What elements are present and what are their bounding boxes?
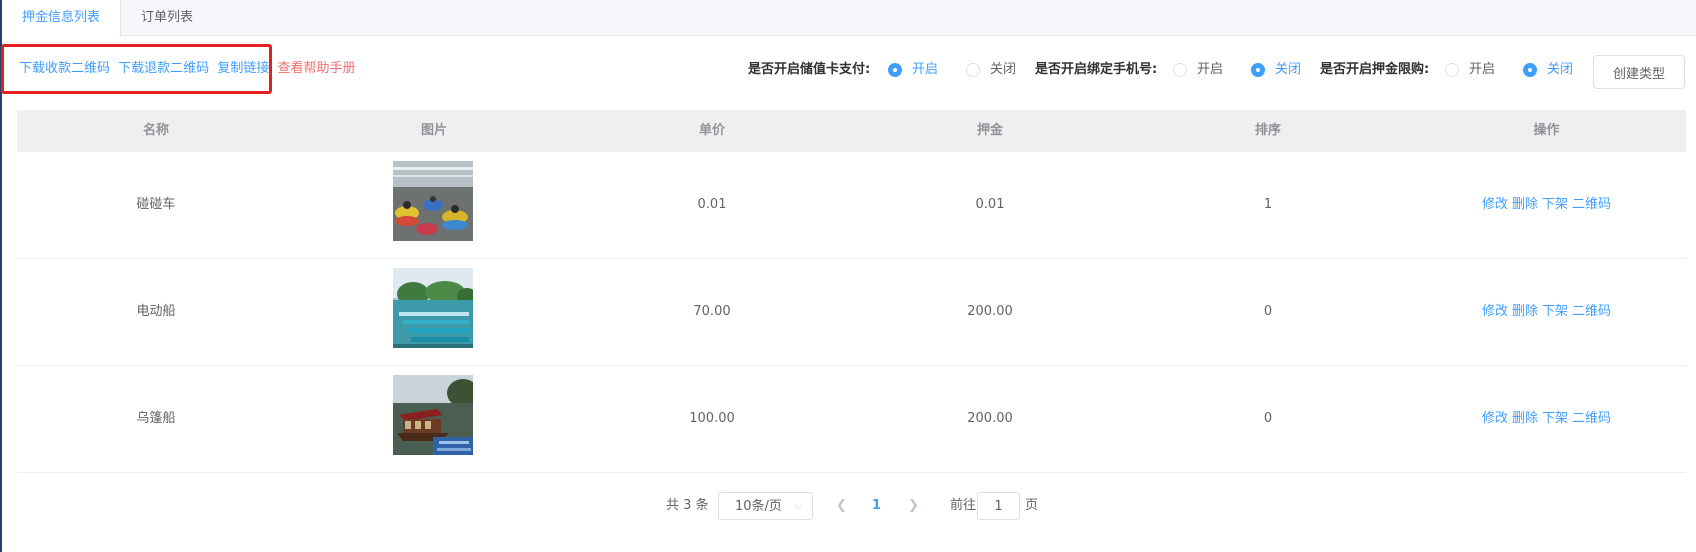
table-header: 名称 图片 单价 押金 排序 操作 xyxy=(17,110,1686,152)
radio-unchecked-icon xyxy=(1445,63,1459,77)
canopy-boat-thumbnail xyxy=(393,375,473,455)
deposit-limit-on-radio[interactable]: 开启 xyxy=(1445,60,1495,80)
radio-unchecked-icon xyxy=(1173,63,1187,77)
deposit-limit-off-radio[interactable]: 关闭 xyxy=(1523,60,1573,80)
deposit-limit-label: 是否开启押金限购: xyxy=(1320,62,1430,77)
edit-link[interactable]: 修改 xyxy=(1482,411,1508,426)
stored-value-off-radio[interactable]: 关闭 xyxy=(966,60,1016,80)
qrcode-link[interactable]: 二维码 xyxy=(1572,304,1611,319)
create-type-button[interactable]: 创建类型 xyxy=(1593,55,1685,89)
header-image: 图片 xyxy=(420,123,447,138)
settings-bar: 是否开启储值卡支付: 开启 关闭 是否开启绑定手机号: 开启 关闭 是否开启押金… xyxy=(0,60,1696,80)
cell-sort: 1 xyxy=(1263,197,1273,212)
chevron-left-icon: ❮ xyxy=(836,498,847,513)
goto-page-input[interactable] xyxy=(977,492,1020,520)
cell-name: 电动船 xyxy=(136,304,176,319)
table-row: 乌篷船 100.00 200.00 0 修改 删除 下架 二维码 xyxy=(17,366,1686,473)
pagination-total: 共 3 条 xyxy=(666,498,709,513)
tab-bar: 押金信息列表 订单列表 xyxy=(2,0,1696,37)
cell-ops: 修改 删除 下架 二维码 xyxy=(1407,366,1686,472)
next-page-button[interactable]: ❯ xyxy=(908,492,919,520)
goto-suffix: 页 xyxy=(1025,498,1039,513)
cell-name: 碰碰车 xyxy=(136,197,176,212)
goto-label: 前往 xyxy=(950,498,977,513)
cell-name: 乌篷船 xyxy=(136,411,176,426)
delete-link[interactable]: 删除 xyxy=(1512,304,1538,319)
bind-phone-label: 是否开启绑定手机号: xyxy=(1035,62,1158,77)
header-sort: 排序 xyxy=(1254,123,1281,138)
radio-label: 关闭 xyxy=(1547,62,1574,77)
page-size-select[interactable]: 10条/页 ⌵ xyxy=(718,492,813,520)
offline-link[interactable]: 下架 xyxy=(1542,411,1568,426)
offline-link[interactable]: 下架 xyxy=(1542,304,1568,319)
page-number-current[interactable]: 1 xyxy=(872,492,881,520)
table-row: 碰碰车 0.01 0.01 1 修改 删除 下架 二维码 xyxy=(17,152,1686,259)
deposit-table: 名称 图片 单价 押金 排序 操作 碰碰车 0.01 0.01 1 修改 删除 … xyxy=(17,110,1686,473)
header-price: 单价 xyxy=(698,123,725,138)
stored-value-label: 是否开启储值卡支付: xyxy=(748,62,871,77)
radio-checked-icon xyxy=(888,63,902,77)
cell-deposit: 0.01 xyxy=(975,197,1005,212)
chevron-down-icon: ⌵ xyxy=(794,501,802,512)
edit-link[interactable]: 修改 xyxy=(1482,197,1508,212)
radio-checked-icon xyxy=(1523,63,1537,77)
radio-label: 关闭 xyxy=(1275,62,1302,77)
header-ops: 操作 xyxy=(1533,123,1560,138)
edit-link[interactable]: 修改 xyxy=(1482,304,1508,319)
offline-link[interactable]: 下架 xyxy=(1542,197,1568,212)
cell-deposit: 200.00 xyxy=(967,411,1013,426)
delete-link[interactable]: 删除 xyxy=(1512,197,1538,212)
radio-unchecked-icon xyxy=(966,63,980,77)
cell-price: 0.01 xyxy=(697,197,727,212)
bumper-cars-thumbnail xyxy=(393,161,473,241)
radio-label: 关闭 xyxy=(990,62,1017,77)
tab-order-list[interactable]: 订单列表 xyxy=(121,0,221,36)
page-size-value: 10条/页 xyxy=(735,499,782,514)
header-name: 名称 xyxy=(142,123,169,138)
tab-deposit-info-list[interactable]: 押金信息列表 xyxy=(2,0,121,37)
qrcode-link[interactable]: 二维码 xyxy=(1572,197,1611,212)
delete-link[interactable]: 删除 xyxy=(1512,411,1538,426)
cell-ops: 修改 删除 下架 二维码 xyxy=(1407,259,1686,365)
cell-deposit: 200.00 xyxy=(967,304,1013,319)
bind-phone-off-radio[interactable]: 关闭 xyxy=(1251,60,1301,80)
table-row: 电动船 70.00 200.00 0 修改 删除 下架 二维码 xyxy=(17,259,1686,366)
radio-checked-icon xyxy=(1251,63,1265,77)
qrcode-link[interactable]: 二维码 xyxy=(1572,411,1611,426)
cell-sort: 0 xyxy=(1263,304,1273,319)
cell-sort: 0 xyxy=(1263,411,1273,426)
prev-page-button[interactable]: ❮ xyxy=(836,492,847,520)
cell-ops: 修改 删除 下架 二维码 xyxy=(1407,152,1686,258)
radio-label: 开启 xyxy=(912,62,939,77)
electric-boats-thumbnail xyxy=(393,268,473,348)
stored-value-on-radio[interactable]: 开启 xyxy=(888,60,938,80)
cell-price: 70.00 xyxy=(693,304,731,319)
radio-label: 开启 xyxy=(1197,62,1224,77)
chevron-right-icon: ❯ xyxy=(908,498,919,513)
bind-phone-on-radio[interactable]: 开启 xyxy=(1173,60,1223,80)
cell-price: 100.00 xyxy=(689,411,735,426)
radio-label: 开启 xyxy=(1469,62,1496,77)
header-deposit: 押金 xyxy=(976,123,1003,138)
